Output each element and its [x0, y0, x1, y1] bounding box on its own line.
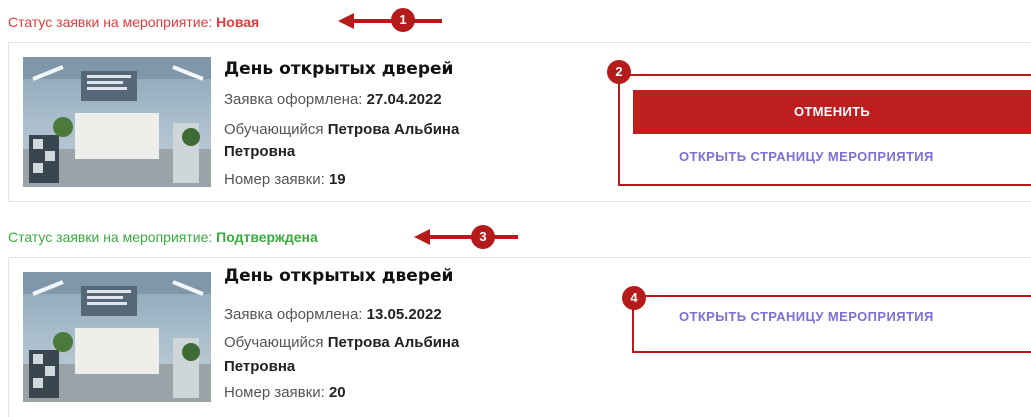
request-number: Номер заявки: 19 — [224, 171, 346, 188]
event-image — [23, 272, 211, 402]
status-prefix: Статус заявки на мероприятие: — [8, 229, 213, 245]
status-line-new: Статус заявки на мероприятие: Новая — [8, 14, 259, 30]
event-title[interactable]: День открытых дверей — [224, 59, 453, 79]
request-number: Номер заявки: 20 — [224, 384, 346, 401]
annotation-box-4 — [632, 295, 1031, 353]
open-event-page-link[interactable]: ОТКРЫТЬ СТРАНИЦУ МЕРОПРИЯТИЯ — [679, 149, 934, 164]
annotation-arrow-3 — [414, 229, 518, 245]
cancel-button[interactable]: ОТМЕНИТЬ — [633, 90, 1031, 134]
student-name-line2: Петровна — [224, 143, 296, 160]
request-date: Заявка оформлена: 27.04.2022 — [224, 91, 442, 108]
student-name: Обучающийся Петрова Альбина — [224, 334, 460, 351]
annotation-marker-1: 1 — [391, 8, 415, 32]
event-title[interactable]: День открытых дверей — [224, 266, 453, 286]
status-value-confirmed: Подтверждена — [216, 229, 318, 245]
status-prefix: Статус заявки на мероприятие: — [8, 14, 213, 30]
annotation-marker-2: 2 — [607, 60, 631, 84]
annotation-marker-3: 3 — [471, 225, 495, 249]
student-name: Обучающийся Петрова Альбина — [224, 121, 460, 138]
status-value-new: Новая — [216, 14, 260, 30]
event-image — [23, 57, 211, 187]
annotation-marker-4: 4 — [622, 286, 646, 310]
request-date: Заявка оформлена: 13.05.2022 — [224, 306, 442, 323]
student-name-line2: Петровна — [224, 358, 296, 375]
status-line-confirmed: Статус заявки на мероприятие: Подтвержде… — [8, 229, 318, 245]
open-event-page-link[interactable]: ОТКРЫТЬ СТРАНИЦУ МЕРОПРИЯТИЯ — [679, 309, 934, 324]
